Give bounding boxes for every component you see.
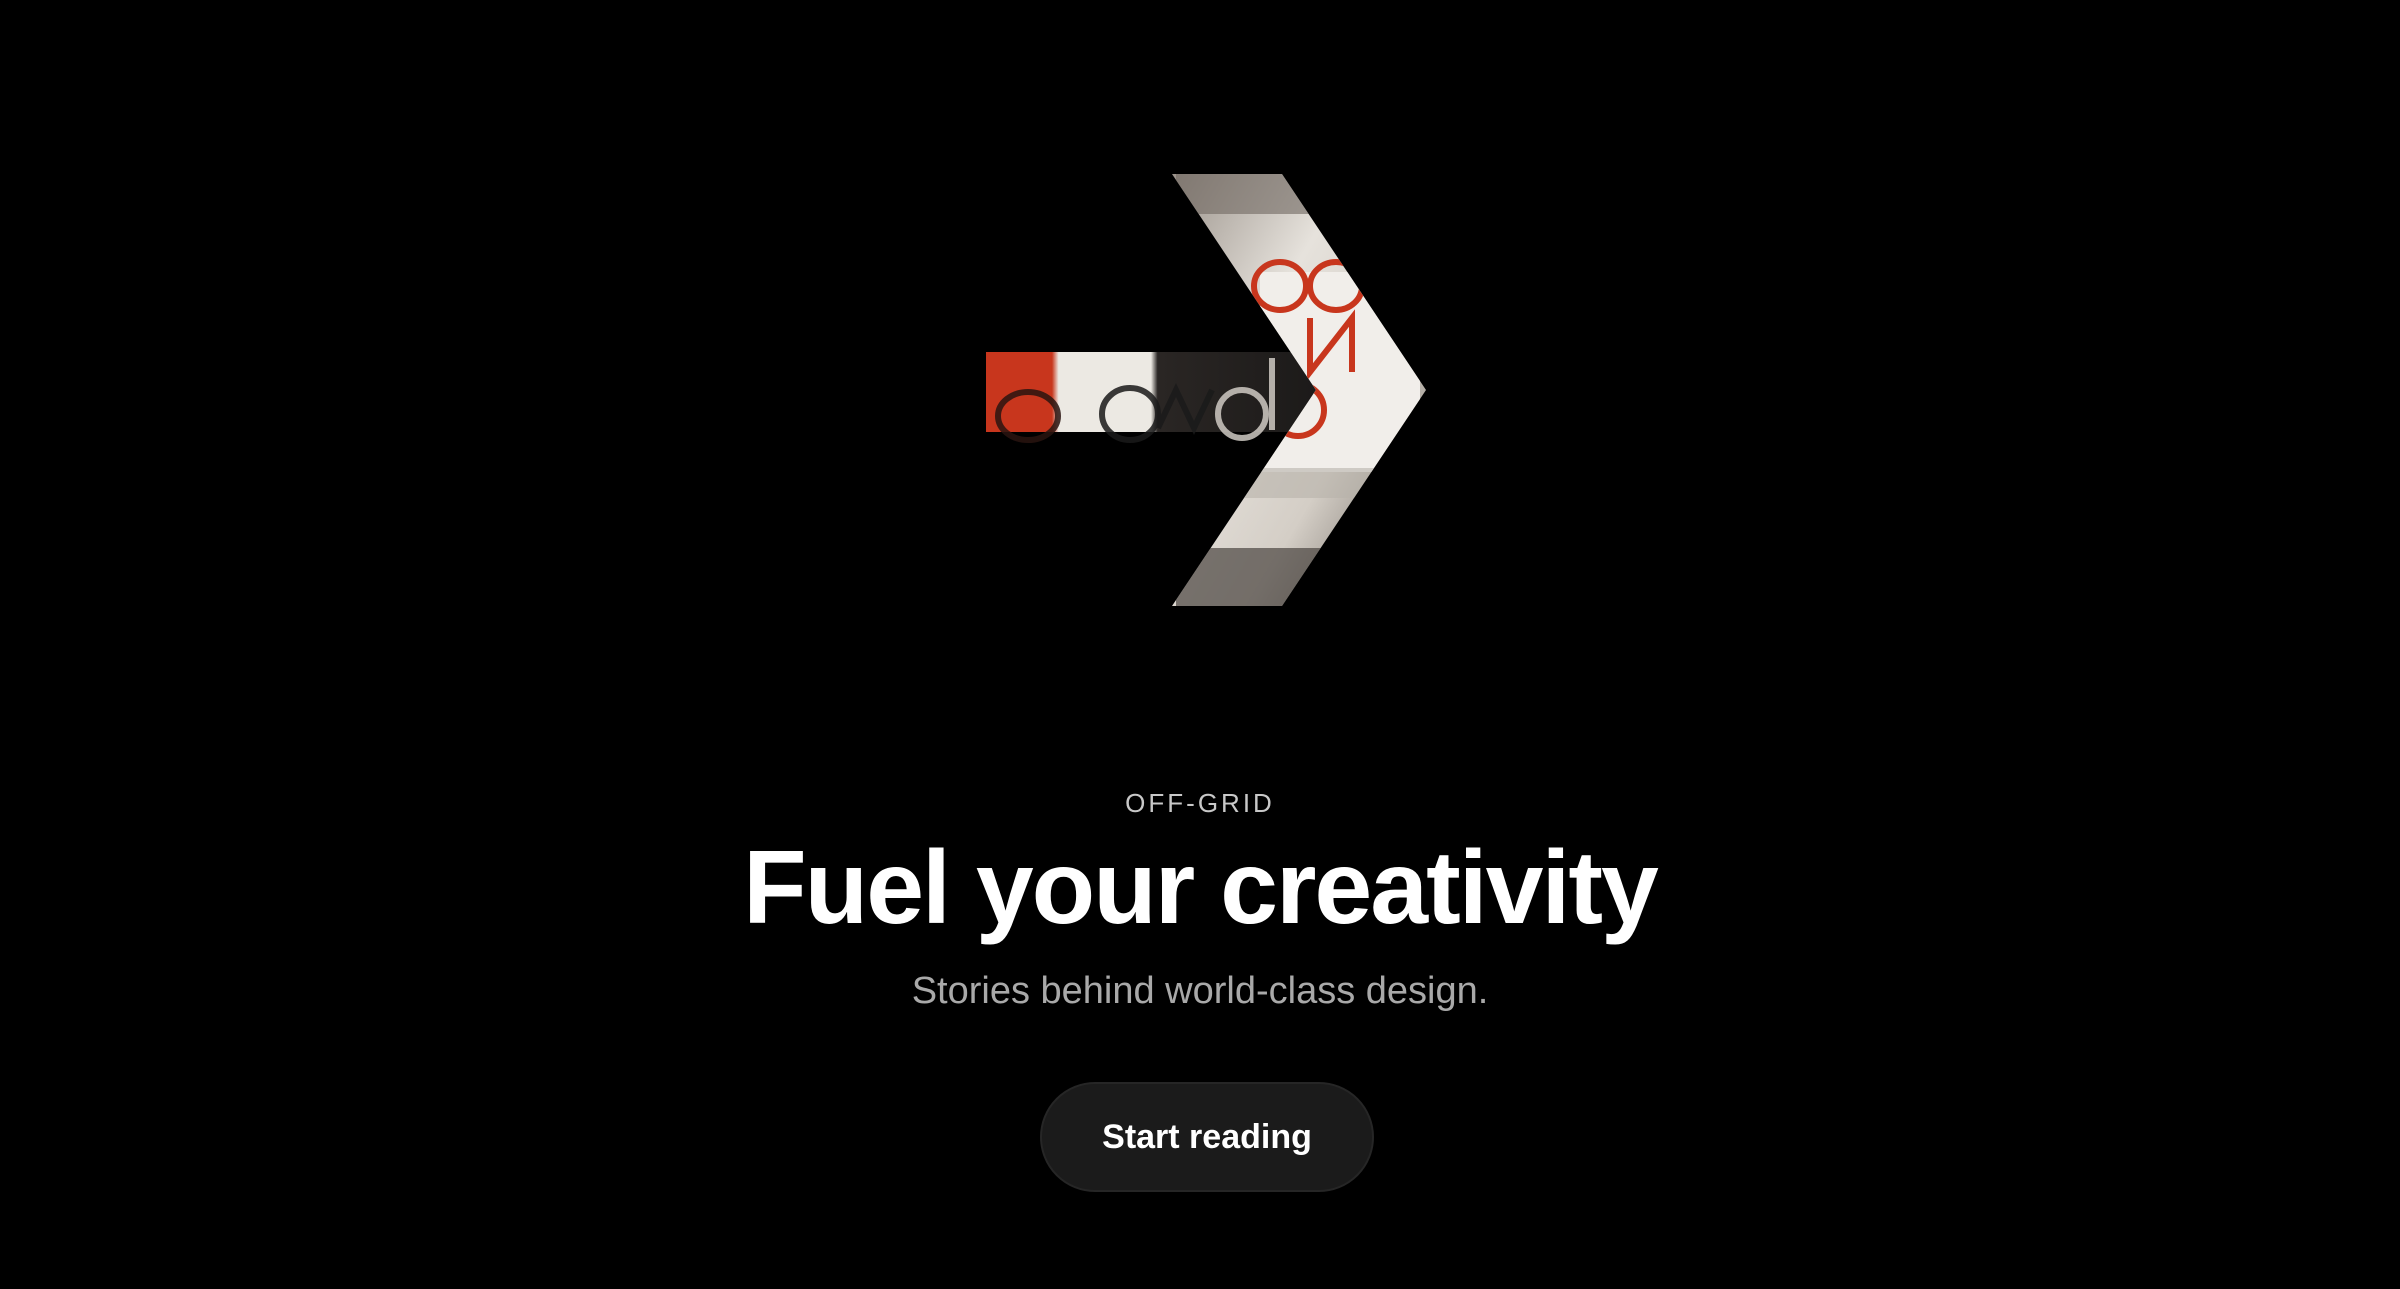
hero-section: OFF-GRID Fuel your creativity Stories be… [0, 0, 2400, 1289]
eyebrow-label: OFF-GRID [1125, 788, 1275, 818]
page-title: Fuel your creativity [743, 830, 1659, 946]
start-reading-button[interactable]: Start reading [1040, 1082, 1374, 1192]
page-subtitle: Stories behind world-class design. [911, 970, 1489, 1012]
right-arrow-icon [986, 174, 1426, 606]
